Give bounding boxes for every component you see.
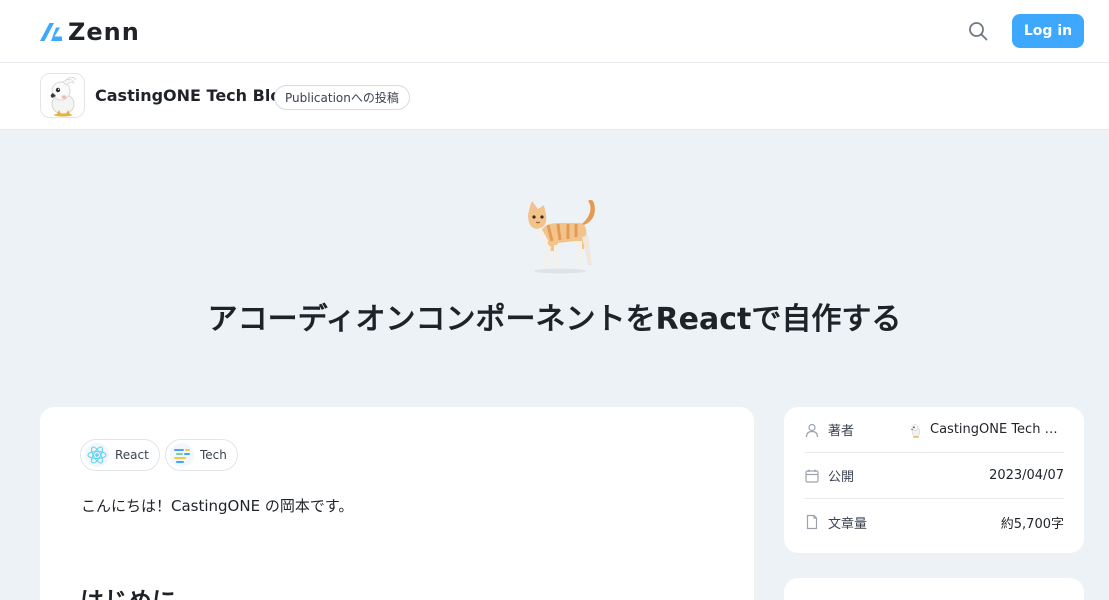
cat-emoji-icon [528,199,595,274]
author-name: CastingONE Tech Blog [930,422,1064,437]
info-row-author: 著者 CastingONE Tech Blog [804,407,1064,453]
tech-icon [170,443,194,467]
login-button[interactable]: Log in [1012,14,1084,48]
calendar-icon [804,468,820,484]
search-icon [969,22,988,41]
cockatoo-mascot-icon [50,76,77,117]
info-row-length: 文章量 約5,700字 [804,499,1064,545]
user-icon [804,422,820,438]
article-title: アコーディオンコンポーネントをReactで自作する [207,302,902,337]
search-button[interactable] [966,19,990,43]
author-avatar-icon [911,423,921,438]
react-icon [85,443,109,467]
publication-badge: Publicationへの投稿 [274,85,410,110]
site-header: Zenn Log in [0,0,1109,63]
zenn-logo[interactable]: Zenn [40,18,140,46]
author-link[interactable]: CastingONE Tech Blog [908,422,1064,438]
article-body-card: React Tech こんにちは！CastingONE の岡本です。 はじめに [40,407,754,600]
article-info-card: 著者 CastingONE Tech Blog 公開 2023/04/07 文章… [784,407,1084,553]
publication-name[interactable]: CastingONE Tech Blog [95,86,293,106]
cat-emoji [518,195,602,275]
article-intro: こんにちは！CastingONE の岡本です。 [81,497,354,515]
zenn-logo-icon [40,23,62,41]
sidebar-card-secondary [784,578,1084,600]
section-heading: はじめに [80,585,176,600]
topic-label: React [115,448,149,462]
published-label: 公開 [828,470,855,485]
topic-tech[interactable]: Tech [165,439,238,471]
length-label: 文章量 [828,516,868,532]
logo-text: Zenn [68,18,140,46]
publication-avatar[interactable] [40,73,85,118]
length-value: 約5,700字 [1000,516,1064,532]
topic-label: Tech [200,448,227,462]
publication-bar: CastingONE Tech Blog Publicationへの投稿 [0,63,1109,130]
info-row-published: 公開 2023/04/07 [804,453,1064,499]
document-icon [804,514,820,530]
author-label: 著者 [828,424,855,439]
published-date: 2023/04/07 [989,468,1064,483]
topic-react[interactable]: React [80,439,160,471]
